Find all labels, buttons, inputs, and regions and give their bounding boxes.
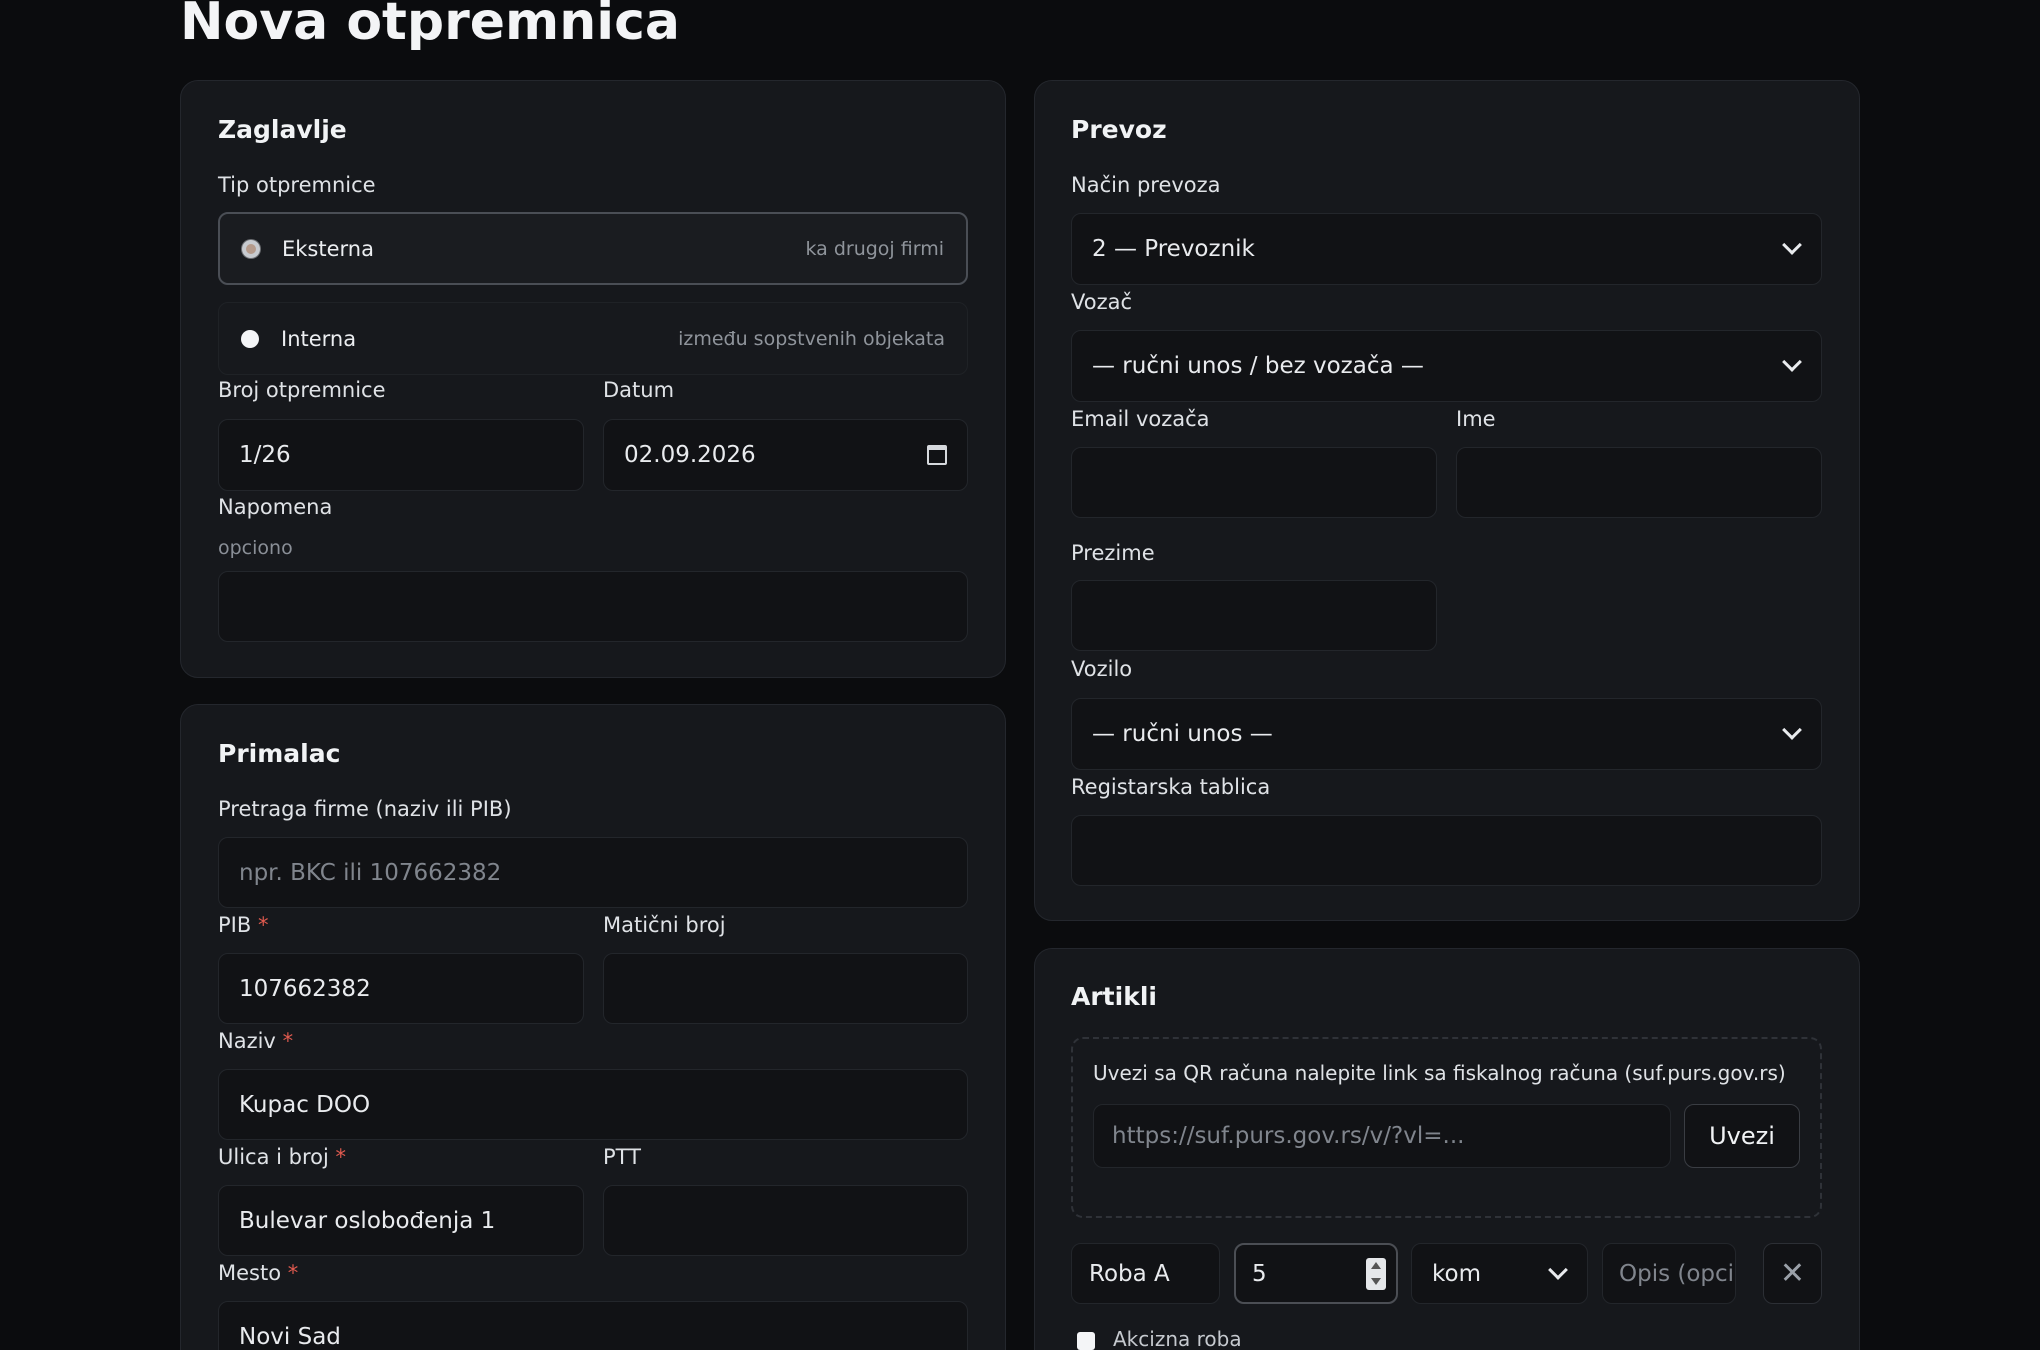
note-hint: opciono [218,537,293,559]
pib-label-text: PIB [218,913,252,937]
item-unit-select[interactable]: kom [1411,1243,1588,1304]
chevron-down-icon [1782,235,1802,255]
transport-card-title: Prevoz [1071,115,1167,144]
item-name-input[interactable]: Roba A [1071,1243,1220,1304]
radio-internal-sub: između sopstvenih objekata [678,327,945,350]
zip-label: PTT [603,1145,641,1169]
vehicle-label: Vozilo [1071,657,1133,681]
number-input[interactable]: 1/26 [218,419,584,491]
radio-external-sub: ka drugoj firmi [805,237,944,260]
number-input-value: 1/26 [239,442,291,468]
radio-external-label: Eksterna [282,236,374,261]
driver-label: Vozač [1071,290,1133,314]
qr-link-placeholder: https://suf.purs.gov.rs/v/?vl=... [1112,1123,1465,1149]
last-name-input[interactable] [1071,580,1437,651]
chevron-down-icon [1782,720,1802,740]
pib-input[interactable]: 107662382 [218,953,584,1024]
item-unit-value: kom [1432,1260,1481,1287]
city-required-mark: * [287,1261,299,1285]
city-label-text: Mesto [218,1261,282,1285]
search-label: Pretraga firme (naziv ili PIB) [218,797,512,821]
radio-internal-indicator[interactable] [241,329,259,348]
date-input-value: 02.09.2026 [624,442,756,468]
plate-input[interactable] [1071,815,1822,886]
driver-email-input[interactable] [1071,447,1437,518]
stepper-down-icon[interactable] [1371,1278,1381,1285]
stepper-up-icon[interactable] [1371,1262,1381,1269]
calendar-icon[interactable] [927,445,947,465]
reg-number-label: Matični broj [603,913,726,937]
chevron-down-icon [1548,1259,1568,1280]
street-input[interactable]: Bulevar oslobođenja 1 [218,1185,584,1256]
vehicle-select-value: — ručni unos — [1092,721,1273,747]
name-required-mark: * [282,1029,294,1053]
name-label: Naziv * [218,1029,293,1053]
page-title: Nova otpremnica [180,0,680,52]
promo-checkbox[interactable] [1077,1332,1095,1350]
qr-link-input[interactable]: https://suf.purs.gov.rs/v/?vl=... [1093,1104,1671,1168]
street-required-mark: * [335,1145,347,1169]
pib-input-value: 107662382 [239,975,371,1002]
type-label: Tip otpremnice [218,173,376,197]
street-label: Ulica i broj * [218,1145,346,1169]
quantity-stepper[interactable] [1366,1257,1386,1290]
pib-required-mark: * [257,913,269,937]
date-label: Datum [603,378,675,402]
radio-internal-label: Interna [281,326,357,351]
reg-number-input[interactable] [603,953,968,1024]
number-label: Broj otpremnice [218,378,386,402]
note-input[interactable] [218,571,968,642]
street-label-text: Ulica i broj [218,1145,329,1169]
items-card-title: Artikli [1071,982,1157,1011]
vehicle-select[interactable]: — ručni unos — [1071,698,1822,770]
plate-label: Registarska tablica [1071,775,1271,799]
first-name-label: Ime [1456,407,1496,431]
company-search-input[interactable]: npr. BKC ili 107662382 [218,837,968,908]
date-input[interactable]: 02.09.2026 [603,419,968,491]
item-name-value: Roba A [1089,1260,1170,1287]
chevron-down-icon [1782,352,1802,372]
transport-mode-value: 2 — Prevoznik [1092,236,1255,262]
company-search-placeholder: npr. BKC ili 107662382 [239,859,502,886]
radio-external-indicator[interactable] [242,239,260,258]
street-input-value: Bulevar oslobođenja 1 [239,1207,496,1234]
recipient-card-title: Primalac [218,739,341,768]
promo-label: Akcizna roba [1113,1327,1242,1350]
item-description-input[interactable]: Opis (opcio [1602,1243,1736,1304]
import-button[interactable]: Uvezi [1684,1104,1800,1168]
item-quantity-value: 5 [1252,1260,1267,1287]
city-label: Mesto * [218,1261,298,1285]
item-quantity-input[interactable]: 5 [1234,1243,1398,1304]
header-card-title: Zaglavlje [218,115,347,144]
transport-mode-select[interactable]: 2 — Prevoznik [1071,213,1822,285]
name-input[interactable]: Kupac DOO [218,1069,968,1140]
city-input-value: Novi Sad [239,1323,341,1350]
city-input[interactable]: Novi Sad [218,1301,968,1350]
driver-email-label: Email vozača [1071,407,1210,431]
qr-import-label: Uvezi sa QR računa nalepite link sa fisk… [1093,1061,1786,1085]
name-input-value: Kupac DOO [239,1091,371,1118]
note-label: Napomena [218,495,333,519]
name-label-text: Naziv [218,1029,276,1053]
pib-label: PIB * [218,913,268,937]
item-description-placeholder: Opis (opcio [1619,1260,1736,1287]
driver-select-value: — ručni unos / bez vozača — [1092,353,1424,379]
transport-mode-label: Način prevoza [1071,173,1221,197]
radio-external[interactable]: Eksterna ka drugoj firmi [218,212,968,285]
last-name-label: Prezime [1071,541,1155,565]
remove-item-button[interactable]: ✕ [1763,1243,1822,1304]
radio-internal[interactable]: Interna između sopstvenih objekata [218,302,968,375]
driver-select[interactable]: — ručni unos / bez vozača — [1071,330,1822,402]
close-icon[interactable]: ✕ [1780,1256,1805,1291]
first-name-input[interactable] [1456,447,1822,518]
zip-input[interactable] [603,1185,968,1256]
